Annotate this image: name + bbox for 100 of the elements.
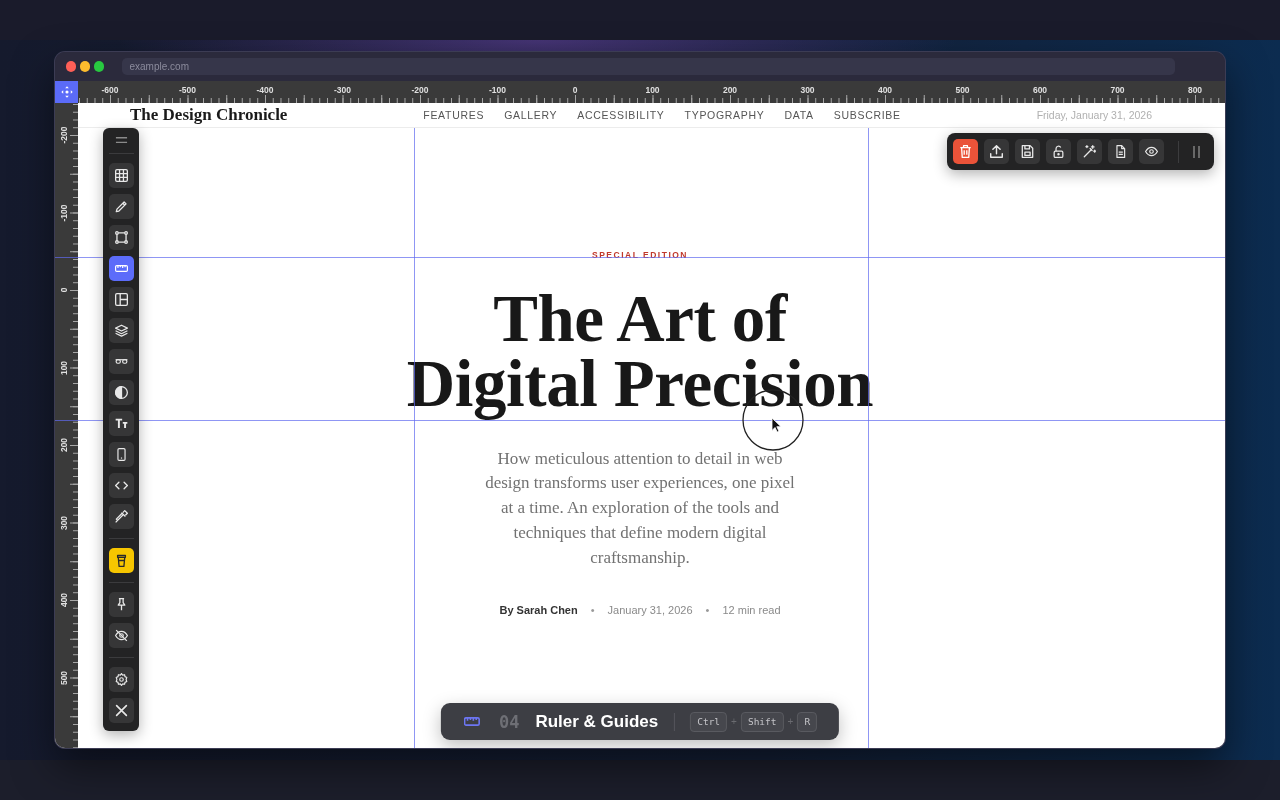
vertical-ruler[interactable]: -200 -100 0 100 200 300 400 500 xyxy=(55,103,78,748)
pin-button[interactable] xyxy=(108,592,134,617)
nav-link[interactable]: TYPOGRAPHY xyxy=(684,109,765,121)
glasses-tool-button[interactable] xyxy=(108,349,134,374)
ruler-label: -500 xyxy=(179,85,196,95)
ruler-label: 300 xyxy=(800,85,815,95)
ruler-label: 100 xyxy=(59,360,69,375)
save-icon xyxy=(1021,145,1034,158)
drag-handle-icon[interactable] xyxy=(1193,144,1200,159)
minimize-window-button[interactable] xyxy=(79,61,90,72)
unlock-icon xyxy=(1052,145,1065,158)
document-icon xyxy=(1114,145,1127,158)
eyedropper-icon xyxy=(114,510,128,523)
ruler-origin-button[interactable] xyxy=(55,81,78,103)
keyboard-key: Shift xyxy=(740,711,784,732)
ruler-tool-button[interactable] xyxy=(108,256,134,281)
ruler-label: -100 xyxy=(489,85,506,95)
keyboard-key: Ctrl xyxy=(690,711,728,732)
tool-name: Ruler & Guides xyxy=(535,711,659,732)
layers-tool-button[interactable] xyxy=(108,318,134,343)
pencil-icon xyxy=(114,200,128,213)
ruler-label: -300 xyxy=(334,85,351,95)
ruler-label: -400 xyxy=(256,85,274,95)
ruler-label: 600 xyxy=(1032,85,1048,95)
pencil-tool-button[interactable] xyxy=(108,194,134,219)
byline-author[interactable]: By Sarah Chen xyxy=(499,601,578,618)
contrast-tool-button[interactable] xyxy=(108,380,134,405)
grid-tool-button[interactable] xyxy=(108,163,134,188)
ruler-label: -600 xyxy=(101,85,119,95)
maximize-window-button[interactable] xyxy=(93,61,104,72)
nav-link[interactable]: ACCESSIBILITY xyxy=(577,109,665,121)
byline-separator: • xyxy=(705,602,710,618)
ruler-label: 400 xyxy=(877,85,893,95)
settings-icon xyxy=(114,673,128,686)
url-field[interactable]: example.com xyxy=(121,58,1175,75)
ruler-label: 800 xyxy=(1187,85,1203,95)
article-kicker: SPECIAL EDITION xyxy=(592,249,688,261)
ruler-label: 100 xyxy=(645,85,660,95)
grid-icon xyxy=(114,169,128,182)
nav-link[interactable]: GALLERY xyxy=(504,109,558,121)
guide-line[interactable] xyxy=(868,128,869,748)
close-icon xyxy=(114,704,128,717)
document-button[interactable] xyxy=(1108,139,1133,164)
ruler-label: 500 xyxy=(59,670,69,685)
ruler-label: 500 xyxy=(955,85,970,95)
coffee-button[interactable] xyxy=(108,548,134,573)
nav-link[interactable]: FEATURES xyxy=(423,109,485,121)
close-button[interactable] xyxy=(108,698,134,723)
publish-date: January 31, 2026 xyxy=(607,602,693,618)
move-icon xyxy=(60,86,73,98)
read-time: 12 min read xyxy=(722,602,781,618)
magic-wand-button[interactable] xyxy=(1077,139,1102,164)
mobile-view-button[interactable] xyxy=(108,442,134,467)
ruler-label: 700 xyxy=(1110,85,1125,95)
ruler-label: -200 xyxy=(59,126,69,144)
code-icon xyxy=(114,479,128,492)
export-button[interactable] xyxy=(984,139,1009,164)
ruler-label: 300 xyxy=(59,515,69,530)
close-window-button[interactable] xyxy=(65,61,76,72)
layout-tool-button[interactable] xyxy=(108,287,134,312)
shape-tool-button[interactable] xyxy=(108,225,134,250)
layout-icon xyxy=(114,293,128,306)
ruler-label: 200 xyxy=(722,85,738,95)
settings-button[interactable] xyxy=(108,667,134,692)
ruler-label: 200 xyxy=(59,437,69,453)
unlock-button[interactable] xyxy=(1046,139,1071,164)
upload-icon xyxy=(990,145,1003,158)
ruler-label: -200 xyxy=(411,85,429,95)
save-button[interactable] xyxy=(1015,139,1040,164)
contrast-icon xyxy=(114,386,128,399)
horizontal-ruler[interactable]: -600 -500 -400 -300 -200 -100 0 100 200 300 400 500 600 700 800 xyxy=(78,81,1225,103)
guide-line[interactable] xyxy=(414,128,415,748)
preview-button[interactable] xyxy=(1139,139,1164,164)
guide-line[interactable] xyxy=(55,420,1225,421)
font-size-tool-button[interactable] xyxy=(108,411,134,436)
keyboard-key: R xyxy=(797,711,818,732)
vector-square-icon xyxy=(114,231,128,244)
ruler-icon xyxy=(114,262,128,275)
ruler-label: 0 xyxy=(572,85,578,95)
color-picker-button[interactable] xyxy=(108,504,134,529)
layers-icon xyxy=(114,324,128,337)
trash-icon xyxy=(959,145,972,158)
key-separator: + xyxy=(787,716,794,727)
phone-icon xyxy=(114,448,128,461)
article-summary: How meticulous attention to detail in web design transforms user experiences, one pixel at a time. An exploration of the tools and techniques that define modern digital craftsmanship. xyxy=(484,447,796,569)
eye-icon xyxy=(1145,145,1158,158)
nav-link[interactable]: SUBSCRIBE xyxy=(833,109,901,121)
ruler-icon xyxy=(463,717,480,726)
ruler-label: -100 xyxy=(59,204,69,221)
code-view-button[interactable] xyxy=(108,473,134,498)
site-logo[interactable]: The Design Chronicle xyxy=(130,105,288,125)
ruler-label: 400 xyxy=(59,592,69,608)
nav-link[interactable]: DATA xyxy=(784,109,814,121)
coffee-cup-icon xyxy=(114,554,128,567)
key-separator: + xyxy=(731,716,737,727)
byline-separator: • xyxy=(590,602,595,618)
eye-off-icon xyxy=(114,629,128,642)
drag-handle-icon[interactable] xyxy=(114,136,128,144)
hide-button[interactable] xyxy=(108,623,134,648)
delete-button[interactable] xyxy=(953,139,978,164)
